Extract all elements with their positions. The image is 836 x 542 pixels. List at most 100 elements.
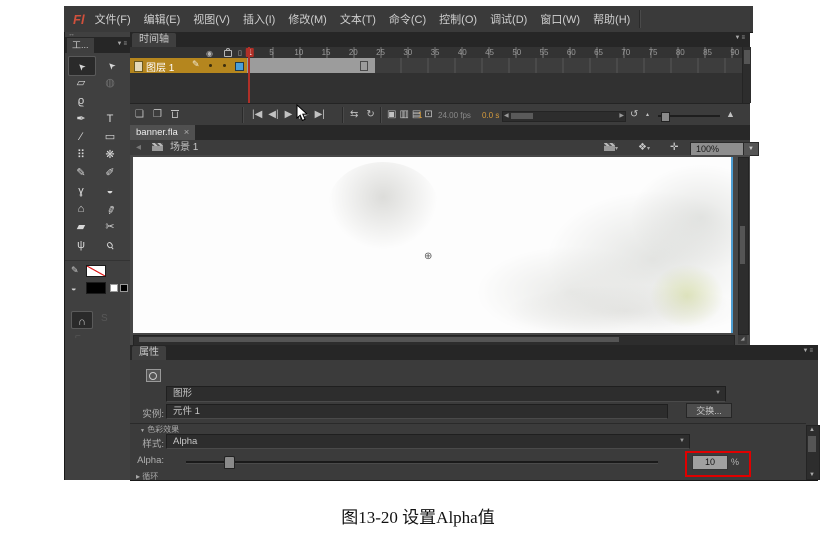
new-folder-button[interactable]: ❐ bbox=[153, 110, 162, 120]
subselection-tool[interactable]: ➤ bbox=[99, 56, 125, 74]
scrollbar-thumb[interactable] bbox=[511, 113, 533, 119]
brush-tool[interactable]: ✐ bbox=[97, 164, 123, 182]
modify-markers-button[interactable]: ⊡ bbox=[424, 110, 432, 120]
frame-rate-value[interactable]: 24.00 fps bbox=[438, 111, 471, 120]
menu-item-3[interactable]: 插入(I) bbox=[243, 11, 275, 27]
symbol-type-dropdown[interactable]: 图形 ▼ bbox=[166, 386, 726, 402]
style-dropdown[interactable]: Alpha ▼ bbox=[166, 434, 690, 449]
properties-tab[interactable]: 属性 bbox=[132, 346, 166, 360]
menu-item-9[interactable]: 窗口(W) bbox=[540, 11, 580, 27]
selection-tool[interactable]: ➤ bbox=[68, 56, 96, 76]
stroke-color-swatch[interactable] bbox=[86, 265, 106, 277]
rectangle-tool[interactable]: ▭ bbox=[97, 128, 123, 146]
3d-rotation-tool[interactable]: ◍ bbox=[97, 74, 123, 92]
scene-breadcrumb[interactable]: 场景 1 bbox=[170, 140, 198, 155]
close-icon[interactable]: × bbox=[184, 125, 190, 140]
text-tool[interactable]: T bbox=[97, 110, 123, 128]
color-mini-controls[interactable] bbox=[110, 284, 128, 292]
properties-scrollbar[interactable]: ▲ ▼ bbox=[806, 425, 820, 480]
reset-timeline-zoom-button[interactable]: ↺ bbox=[630, 110, 638, 120]
play-button[interactable]: ▶ bbox=[285, 110, 293, 120]
bind-tool[interactable]: ✂ bbox=[97, 218, 123, 236]
scroll-down-icon[interactable]: ▼ bbox=[807, 472, 817, 478]
eyedropper-tool[interactable]: ✏ bbox=[97, 200, 123, 218]
frame-view-slider-thumb[interactable] bbox=[661, 112, 670, 122]
goto-last-frame-button[interactable]: ▶| bbox=[315, 110, 325, 120]
pencil-tool[interactable]: ✎ bbox=[68, 164, 94, 182]
spray-brush-tool[interactable]: ⠿ bbox=[68, 146, 94, 164]
frame-span[interactable] bbox=[247, 58, 376, 73]
scroll-up-icon[interactable]: ▲ bbox=[807, 427, 817, 433]
snap-to-objects-button[interactable]: ∩ bbox=[71, 311, 93, 329]
menu-item-2[interactable]: 视图(V) bbox=[193, 11, 230, 27]
menu-item-0[interactable]: 文件(F) bbox=[95, 11, 131, 27]
menu-item-1[interactable]: 编辑(E) bbox=[144, 11, 181, 27]
bone-tool[interactable]: ɣ bbox=[68, 182, 94, 200]
layer-row[interactable]: 图层 1 ✎ bbox=[130, 58, 742, 73]
menu-bar: Fl 文件(F)编辑(E)视图(V)插入(I)修改(M)文本(T)命令(C)控制… bbox=[64, 6, 753, 33]
scroll-left-icon[interactable]: ◀ bbox=[504, 112, 509, 120]
panel-menu-icon[interactable]: ▼≡ bbox=[117, 41, 128, 47]
timeline-h-scrollbar[interactable]: ◀ ▶ bbox=[502, 111, 626, 122]
back-icon[interactable]: ◂ bbox=[136, 140, 141, 155]
playhead[interactable] bbox=[248, 47, 250, 103]
tools-panel-tab[interactable]: 工... bbox=[67, 38, 94, 53]
menu-item-8[interactable]: 调试(D) bbox=[490, 11, 527, 27]
frame-view-slider[interactable] bbox=[658, 115, 720, 117]
outline-layers-icon[interactable]: ▯ bbox=[238, 49, 242, 57]
onion-skin-button[interactable]: ▣ bbox=[387, 110, 396, 120]
ink-bottle-tool[interactable]: ⌂ bbox=[68, 200, 94, 218]
eraser-tool[interactable]: ▰ bbox=[68, 218, 94, 236]
zoom-in-frames-icon[interactable]: ▲ bbox=[726, 110, 735, 119]
swap-button[interactable]: 交换... bbox=[686, 403, 732, 418]
loop-playback-button[interactable]: ↻ bbox=[366, 110, 374, 120]
stage-v-scrollbar[interactable] bbox=[738, 157, 749, 335]
instance-name-field[interactable]: 元件 1 bbox=[166, 404, 668, 419]
deco-tool[interactable]: ❋ bbox=[97, 146, 123, 164]
new-layer-button[interactable]: ❏ bbox=[135, 110, 144, 120]
goto-first-frame-button[interactable]: |◀ bbox=[252, 110, 262, 120]
menu-item-10[interactable]: 帮助(H) bbox=[593, 11, 630, 27]
timeline-v-scrollbar[interactable] bbox=[742, 47, 751, 103]
paint-bucket-tool[interactable]: ◒ bbox=[97, 182, 123, 200]
stage-zoom-value[interactable]: 100% bbox=[690, 142, 749, 156]
zoom-tool[interactable]: ϙ bbox=[97, 236, 123, 254]
hand-tool[interactable]: ψ bbox=[68, 236, 94, 254]
edit-symbol-button[interactable]: ❖▾ bbox=[638, 140, 650, 155]
ruler-number: 50 bbox=[512, 48, 521, 57]
menu-item-6[interactable]: 命令(C) bbox=[389, 11, 426, 27]
loop-section-header[interactable]: ▸ 循环 bbox=[136, 471, 158, 482]
alpha-slider-handle[interactable] bbox=[224, 456, 235, 469]
center-frame-button[interactable]: ⇆ bbox=[350, 110, 358, 120]
stage-zoom-dropdown[interactable]: ▼ bbox=[743, 142, 759, 156]
line-tool[interactable]: ∕ bbox=[68, 128, 94, 146]
menu-item-5[interactable]: 文本(T) bbox=[340, 11, 376, 27]
edit-scene-button[interactable]: ▾ bbox=[604, 140, 618, 155]
center-stage-icon[interactable]: ✛ bbox=[670, 140, 678, 155]
document-tab[interactable]: banner.fla × bbox=[130, 125, 195, 140]
show-hide-layers-icon[interactable]: ◉ bbox=[206, 49, 213, 58]
lock-layers-icon[interactable] bbox=[224, 50, 232, 57]
panel-menu-icon[interactable]: ▼≡ bbox=[735, 35, 746, 41]
scroll-right-icon[interactable]: ▶ bbox=[619, 112, 624, 120]
fill-color-swatch[interactable] bbox=[86, 282, 106, 294]
empty-frames[interactable] bbox=[375, 58, 742, 73]
step-back-button[interactable]: ◀| bbox=[268, 110, 278, 120]
zoom-out-frames-icon[interactable]: ▴ bbox=[646, 112, 649, 118]
onion-skin-outlines-button[interactable]: ▥ bbox=[399, 110, 408, 120]
layer-visibility-dot[interactable] bbox=[209, 64, 212, 67]
free-transform-tool[interactable]: ▱ bbox=[68, 74, 94, 92]
lasso-tool[interactable]: ϱ bbox=[68, 92, 94, 110]
menu-item-4[interactable]: 修改(M) bbox=[288, 11, 327, 27]
alpha-slider-track[interactable] bbox=[186, 461, 658, 464]
stage-canvas[interactable]: ⊕ bbox=[133, 157, 733, 333]
layer-lock-dot[interactable] bbox=[223, 64, 226, 67]
delete-layer-button[interactable]: ⊔ bbox=[171, 110, 179, 121]
scrollbar-thumb[interactable] bbox=[808, 436, 816, 452]
layer-outline-color-swatch[interactable] bbox=[235, 62, 244, 71]
pen-tool[interactable]: ✒ bbox=[68, 110, 94, 128]
layer-name-cell[interactable]: 图层 1 ✎ bbox=[130, 58, 247, 73]
menu-item-7[interactable]: 控制(O) bbox=[439, 11, 477, 27]
panel-menu-icon[interactable]: ▼≡ bbox=[803, 348, 814, 354]
timeline-tab[interactable]: 时间轴 bbox=[132, 33, 176, 47]
